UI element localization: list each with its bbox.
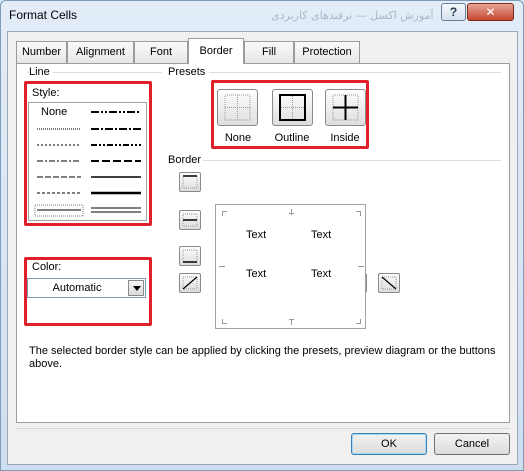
center-tick (291, 209, 292, 215)
presets-highlight-box (211, 80, 369, 149)
corner-tick (222, 211, 223, 216)
ok-button[interactable]: OK (351, 433, 427, 455)
center-tick (219, 266, 225, 267)
help-button[interactable]: ? (441, 3, 466, 21)
preview-text: Text (311, 268, 332, 280)
window-title: Format Cells (9, 8, 78, 22)
tab-fill[interactable]: Fill (244, 41, 294, 63)
tab-protection[interactable]: Protection (294, 41, 360, 63)
tab-label: Border (199, 45, 233, 57)
presets-group-separator (209, 72, 501, 73)
presets-group-label: Presets (168, 66, 209, 78)
border-bottom-icon (182, 249, 198, 263)
tab-number[interactable]: Number (16, 41, 67, 63)
tab-label: Alignment (76, 46, 125, 58)
border-description: The selected border style can be applied… (29, 345, 496, 370)
tab-label: Protection (302, 46, 352, 58)
border-diagonal-up-button[interactable] (179, 273, 201, 293)
corner-tick (360, 211, 361, 216)
tab-border[interactable]: Border (188, 38, 244, 64)
tab-label: Fill (261, 46, 277, 58)
dialog-client: Number Alignment Font Border Fill Protec… (7, 31, 518, 465)
border-group-label: Border (168, 154, 205, 166)
cancel-label: Cancel (454, 438, 490, 450)
corner-tick (222, 319, 223, 324)
border-middle-icon (182, 213, 198, 227)
border-top-button[interactable] (179, 172, 201, 192)
border-diagonal-down-button[interactable] (378, 273, 400, 293)
format-cells-dialog: Format Cells آموزش اکسل — ترفندهای کاربر… (0, 0, 524, 471)
border-bottom-button[interactable] (179, 246, 201, 266)
border-preview-area[interactable]: Text Text Text Text (215, 204, 366, 329)
help-icon: ? (449, 5, 458, 19)
preview-text: Text (246, 229, 267, 241)
title-bar: Format Cells آموزش اکسل — ترفندهای کاربر… (1, 1, 523, 29)
line-group-label: Line (29, 66, 53, 78)
ok-label: OK (381, 438, 397, 450)
preview-text: Text (311, 229, 332, 241)
close-button[interactable]: ✕ (467, 3, 514, 21)
tab-label: Font (149, 46, 172, 58)
corner-tick (360, 319, 361, 324)
diagonal-down-icon (381, 276, 397, 290)
preview-text: Text (246, 268, 267, 280)
border-tab-panel: Line Style: None Color: Automatic Preset… (16, 63, 510, 423)
border-inside-horizontal-button[interactable] (179, 210, 201, 230)
border-group-separator (203, 160, 501, 161)
center-tick (289, 213, 294, 214)
border-top-icon (182, 175, 198, 189)
tab-font[interactable]: Font (134, 41, 188, 63)
watermark-text: آموزش اکسل — ترفندهای کاربردی (271, 9, 434, 22)
tab-alignment[interactable]: Alignment (67, 41, 134, 63)
diagonal-up-icon (182, 276, 198, 290)
tab-label: Number (21, 46, 62, 58)
center-tick (289, 319, 294, 320)
close-icon: ✕ (485, 5, 496, 19)
cancel-button[interactable]: Cancel (434, 433, 510, 455)
footer-separator (16, 428, 510, 429)
color-highlight-box (24, 257, 152, 326)
style-highlight-box (24, 81, 152, 226)
center-tick (358, 266, 364, 267)
